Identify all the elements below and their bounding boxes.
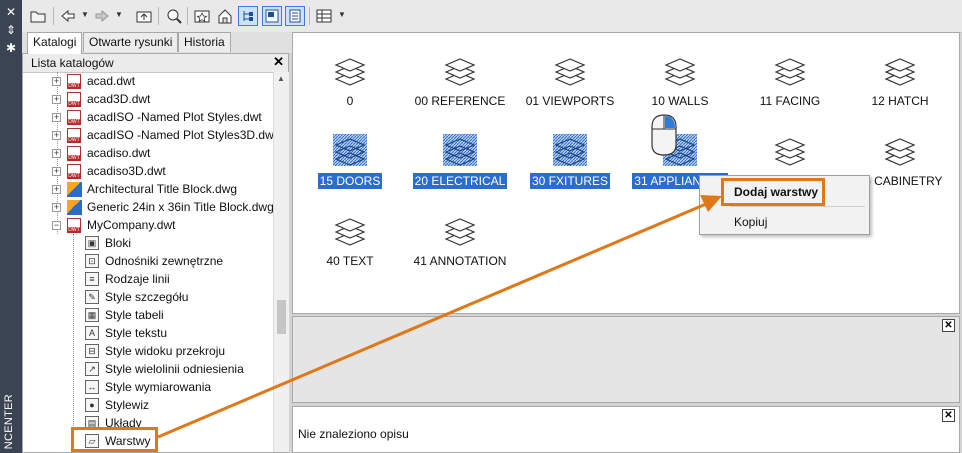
- callout-arrow: [157, 195, 722, 439]
- mouse-icon: [650, 113, 678, 157]
- tab-katalogi[interactable]: Katalogi: [27, 32, 83, 54]
